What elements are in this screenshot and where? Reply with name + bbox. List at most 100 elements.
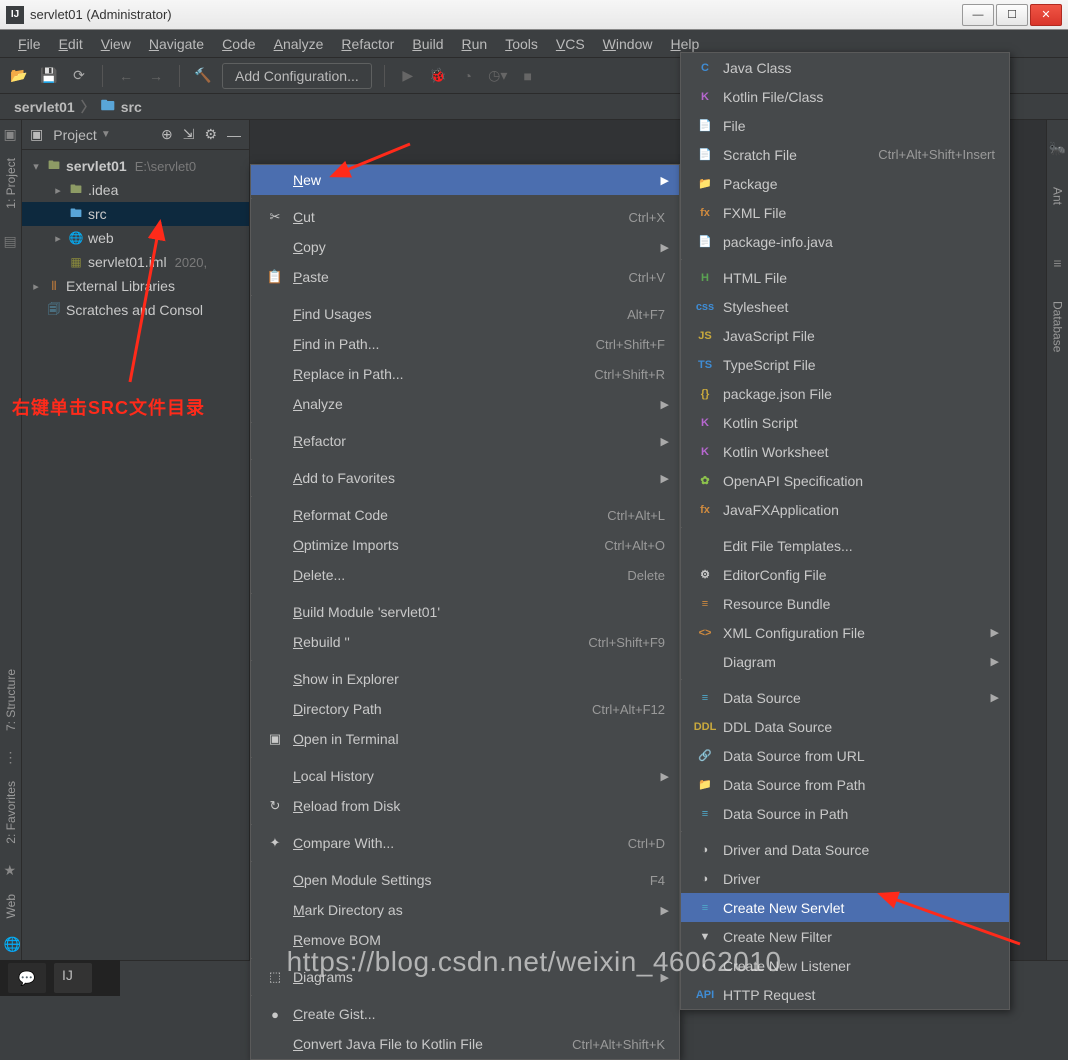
new-xml-configuration-file[interactable]: <>XML Configuration File▶	[681, 618, 1009, 647]
ctx-compare-with-[interactable]: ✦Compare With...Ctrl+D	[251, 828, 679, 858]
menu-navigate[interactable]: Navigate	[141, 33, 212, 55]
project-tool-icon[interactable]: ▣	[4, 126, 18, 140]
menu-analyze[interactable]: Analyze	[266, 33, 332, 55]
maximize-button[interactable]: ☐	[996, 4, 1028, 26]
build-icon[interactable]: 🔨	[192, 65, 214, 87]
menu-tools[interactable]: Tools	[497, 33, 546, 55]
ctx-replace-in-path-[interactable]: Replace in Path...Ctrl+Shift+R	[251, 359, 679, 389]
tree-scratches[interactable]: 🗐Scratches and Consol	[22, 298, 249, 322]
new-http-request[interactable]: APIHTTP Request	[681, 980, 1009, 1009]
open-icon[interactable]: 📂	[8, 65, 30, 87]
ctx-optimize-imports[interactable]: Optimize ImportsCtrl+Alt+O	[251, 530, 679, 560]
project-tree[interactable]: ▾🖿 servlet01 E:\servlet0 ▸🖿.idea 🖿src ▸🌐…	[22, 150, 249, 960]
ctx-convert-java-file-to-kotlin-file[interactable]: Convert Java File to Kotlin FileCtrl+Alt…	[251, 1029, 679, 1059]
forward-icon[interactable]: →	[145, 65, 167, 87]
new-kotlin-worksheet[interactable]: KKotlin Worksheet	[681, 437, 1009, 466]
add-configuration-dropdown[interactable]: Add Configuration...	[222, 63, 372, 89]
ctx-reload-from-disk[interactable]: ↻Reload from Disk	[251, 791, 679, 821]
ctx-find-usages[interactable]: Find UsagesAlt+F7	[251, 299, 679, 329]
ctx-paste[interactable]: 📋PasteCtrl+V	[251, 262, 679, 292]
new-driver-and-data-source[interactable]: ◑Driver and Data Source	[681, 835, 1009, 864]
settings-icon[interactable]: ⚙	[204, 126, 217, 143]
run-icon[interactable]: ▶	[397, 65, 419, 87]
structure-placeholder-icon[interactable]: ▤	[4, 233, 18, 247]
ctx-show-in-explorer[interactable]: Show in Explorer	[251, 664, 679, 694]
new-driver[interactable]: ◑Driver	[681, 864, 1009, 893]
profile-icon[interactable]: ◷▾	[487, 65, 509, 87]
ctx-new[interactable]: New▶	[251, 165, 679, 195]
new-editorconfig-file[interactable]: ⚙EditorConfig File	[681, 560, 1009, 589]
new-data-source-in-path[interactable]: ≡Data Source in Path	[681, 799, 1009, 828]
project-view-dropdown[interactable]: Project ▼	[53, 127, 110, 143]
locate-icon[interactable]: ⊕	[161, 126, 173, 143]
taskbar-intellij[interactable]: IJ	[54, 963, 92, 993]
tree-src[interactable]: 🖿src	[22, 202, 249, 226]
project-tool-label[interactable]: 1: Project	[4, 158, 18, 209]
new-javascript-file[interactable]: JSJavaScript File	[681, 321, 1009, 350]
database-tool-label[interactable]: Database	[1051, 301, 1065, 352]
new-fxml-file[interactable]: fxFXML File	[681, 198, 1009, 227]
close-button[interactable]: ✕	[1030, 4, 1062, 26]
favorites-tool-icon[interactable]: ★	[4, 862, 18, 876]
new-html-file[interactable]: HHTML File	[681, 263, 1009, 292]
tree-root[interactable]: ▾🖿 servlet01 E:\servlet0	[22, 154, 249, 178]
breadcrumb-src[interactable]: src	[121, 99, 142, 115]
breadcrumb-project[interactable]: servlet01	[14, 99, 75, 115]
tree-web[interactable]: ▸🌐web	[22, 226, 249, 250]
menu-view[interactable]: View	[93, 33, 139, 55]
new-create-new-servlet[interactable]: ≡Create New Servlet	[681, 893, 1009, 922]
save-icon[interactable]: 💾	[38, 65, 60, 87]
ctx-find-in-path-[interactable]: Find in Path...Ctrl+Shift+F	[251, 329, 679, 359]
new-typescript-file[interactable]: TSTypeScript File	[681, 350, 1009, 379]
ctx-build-module-servlet01-[interactable]: Build Module 'servlet01'	[251, 597, 679, 627]
new-javafxapplication[interactable]: fxJavaFXApplication	[681, 495, 1009, 524]
collapse-icon[interactable]: ⇲	[183, 126, 195, 143]
ctx-rebuild-default-[interactable]: Rebuild ''Ctrl+Shift+F9	[251, 627, 679, 657]
menu-build[interactable]: Build	[404, 33, 451, 55]
new-java-class[interactable]: CJava Class	[681, 53, 1009, 82]
new-create-new-filter[interactable]: ▼Create New Filter	[681, 922, 1009, 951]
ctx-analyze[interactable]: Analyze▶	[251, 389, 679, 419]
ctx-directory-path[interactable]: Directory PathCtrl+Alt+F12	[251, 694, 679, 724]
ant-tool-icon[interactable]: 🐜	[1049, 140, 1066, 157]
ant-tool-label[interactable]: Ant	[1051, 187, 1065, 205]
new-package-info-java[interactable]: 📄package-info.java	[681, 227, 1009, 256]
new-ddl-data-source[interactable]: DDLDDL Data Source	[681, 712, 1009, 741]
menu-vcs[interactable]: VCS	[548, 33, 593, 55]
back-icon[interactable]: ←	[115, 65, 137, 87]
ctx-diagrams[interactable]: ⬚Diagrams▶	[251, 962, 679, 992]
new-data-source[interactable]: ≡Data Source▶	[681, 683, 1009, 712]
structure-tool-icon[interactable]: ⋮	[4, 749, 18, 763]
coverage-icon[interactable]: ◔	[457, 65, 479, 87]
menu-file[interactable]: File	[10, 33, 49, 55]
new-openapi-specification[interactable]: ✿OpenAPI Specification	[681, 466, 1009, 495]
refresh-icon[interactable]: ⟳	[68, 65, 90, 87]
ctx-cut[interactable]: ✂CutCtrl+X	[251, 202, 679, 232]
new-package[interactable]: 📁Package	[681, 169, 1009, 198]
ctx-delete-[interactable]: Delete...Delete	[251, 560, 679, 590]
new-create-new-listener[interactable]: ◐Create New Listener	[681, 951, 1009, 980]
ctx-reformat-code[interactable]: Reformat CodeCtrl+Alt+L	[251, 500, 679, 530]
new-kotlin-script[interactable]: KKotlin Script	[681, 408, 1009, 437]
ctx-copy[interactable]: Copy▶	[251, 232, 679, 262]
new-data-source-from-url[interactable]: 🔗Data Source from URL	[681, 741, 1009, 770]
new-data-source-from-path[interactable]: 📁Data Source from Path	[681, 770, 1009, 799]
structure-tool-label[interactable]: 7: Structure	[4, 669, 18, 731]
favorites-tool-label[interactable]: 2: Favorites	[4, 781, 18, 844]
new-kotlin-file-class[interactable]: KKotlin File/Class	[681, 82, 1009, 111]
minimize-button[interactable]: —	[962, 4, 994, 26]
ctx-create-gist-[interactable]: ●Create Gist...	[251, 999, 679, 1029]
menu-refactor[interactable]: Refactor	[333, 33, 402, 55]
menu-edit[interactable]: Edit	[51, 33, 91, 55]
database-tool-icon[interactable]: ≡	[1053, 255, 1061, 271]
ctx-open-module-settings[interactable]: Open Module SettingsF4	[251, 865, 679, 895]
web-tool-icon[interactable]: 🌐	[4, 936, 18, 950]
taskbar-wechat[interactable]: 💬	[8, 963, 46, 993]
ctx-open-in-terminal[interactable]: ▣Open in Terminal	[251, 724, 679, 754]
menu-code[interactable]: Code	[214, 33, 263, 55]
context-menu[interactable]: New▶ ✂CutCtrl+XCopy▶📋PasteCtrl+V Find Usag…	[250, 164, 680, 1060]
new-stylesheet[interactable]: cssStylesheet	[681, 292, 1009, 321]
hide-icon[interactable]: —	[227, 127, 241, 143]
ctx-mark-directory-as[interactable]: Mark Directory as▶	[251, 895, 679, 925]
ctx-add-to-favorites[interactable]: Add to Favorites▶	[251, 463, 679, 493]
